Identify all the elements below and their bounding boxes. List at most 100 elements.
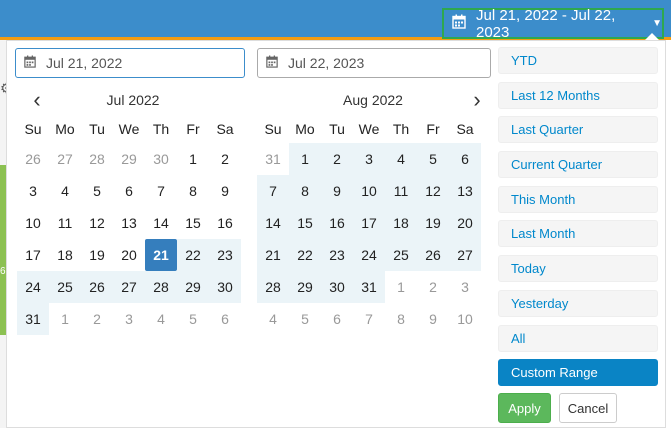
day-cell[interactable]: 5 [417, 143, 449, 175]
day-cell[interactable]: 6 [209, 303, 241, 335]
day-cell[interactable]: 23 [321, 239, 353, 271]
range-option-ytd[interactable]: YTD [498, 47, 658, 74]
day-cell[interactable]: 17 [17, 239, 49, 271]
day-cell[interactable]: 29 [177, 271, 209, 303]
day-cell[interactable]: 4 [49, 175, 81, 207]
day-cell[interactable]: 27 [49, 143, 81, 175]
day-cell[interactable]: 7 [257, 175, 289, 207]
day-cell[interactable]: 3 [449, 271, 481, 303]
day-cell[interactable]: 21 [257, 239, 289, 271]
day-cell[interactable]: 26 [17, 143, 49, 175]
day-cell[interactable]: 8 [289, 175, 321, 207]
day-cell[interactable]: 13 [113, 207, 145, 239]
day-cell[interactable]: 30 [145, 143, 177, 175]
range-option-all[interactable]: All [498, 324, 658, 352]
day-cell[interactable]: 3 [17, 175, 49, 207]
range-option-custom-range[interactable]: Custom Range [498, 359, 658, 387]
day-cell[interactable]: 1 [49, 303, 81, 335]
day-cell[interactable]: 6 [449, 143, 481, 175]
day-cell[interactable]: 2 [321, 143, 353, 175]
day-cell[interactable]: 19 [81, 239, 113, 271]
day-cell[interactable]: 2 [417, 271, 449, 303]
range-option-last-12-months[interactable]: Last 12 Months [498, 81, 658, 109]
day-cell[interactable]: 27 [113, 271, 145, 303]
day-cell[interactable]: 3 [353, 143, 385, 175]
day-cell[interactable]: 8 [385, 303, 417, 335]
day-cell[interactable]: 16 [321, 207, 353, 239]
day-cell[interactable]: 14 [257, 207, 289, 239]
day-cell[interactable]: 11 [49, 207, 81, 239]
day-cell[interactable]: 10 [353, 175, 385, 207]
day-cell[interactable]: 4 [145, 303, 177, 335]
day-cell[interactable]: 25 [385, 239, 417, 271]
day-cell[interactable]: 30 [321, 271, 353, 303]
day-cell[interactable]: 1 [289, 143, 321, 175]
day-cell[interactable]: 9 [417, 303, 449, 335]
day-cell[interactable]: 20 [449, 207, 481, 239]
day-cell[interactable]: 29 [289, 271, 321, 303]
day-cell[interactable]: 15 [177, 207, 209, 239]
range-option-last-quarter[interactable]: Last Quarter [498, 116, 658, 144]
day-cell[interactable]: 26 [417, 239, 449, 271]
day-cell[interactable]: 12 [417, 175, 449, 207]
day-cell[interactable]: 5 [289, 303, 321, 335]
day-cell[interactable]: 7 [353, 303, 385, 335]
start-date-input[interactable]: Jul 21, 2022 [15, 48, 245, 78]
day-cell[interactable]: 31 [17, 303, 49, 335]
day-cell[interactable]: 6 [113, 175, 145, 207]
selected-day-cell[interactable]: 21 [145, 239, 177, 271]
day-cell[interactable]: 3 [113, 303, 145, 335]
day-cell[interactable]: 23 [209, 239, 241, 271]
chevron-left-icon[interactable]: ‹ [25, 85, 49, 115]
day-cell[interactable]: 22 [289, 239, 321, 271]
day-cell[interactable]: 10 [17, 207, 49, 239]
day-cell[interactable]: 6 [321, 303, 353, 335]
day-cell[interactable]: 28 [145, 271, 177, 303]
day-cell[interactable]: 2 [209, 143, 241, 175]
day-cell[interactable]: 24 [17, 271, 49, 303]
day-cell[interactable]: 12 [81, 207, 113, 239]
day-cell[interactable]: 26 [81, 271, 113, 303]
end-date-input[interactable]: Jul 22, 2023 [257, 48, 491, 78]
day-cell[interactable]: 8 [177, 175, 209, 207]
day-cell[interactable]: 18 [49, 239, 81, 271]
day-cell[interactable]: 29 [113, 143, 145, 175]
day-cell[interactable]: 11 [385, 175, 417, 207]
day-cell[interactable]: 19 [417, 207, 449, 239]
day-cell[interactable]: 5 [81, 175, 113, 207]
day-cell[interactable]: 5 [177, 303, 209, 335]
day-cell[interactable]: 20 [113, 239, 145, 271]
day-cell[interactable]: 4 [257, 303, 289, 335]
range-option-current-quarter[interactable]: Current Quarter [498, 151, 658, 179]
day-cell[interactable]: 1 [385, 271, 417, 303]
day-cell[interactable]: 28 [257, 271, 289, 303]
day-cell[interactable]: 7 [145, 175, 177, 207]
day-cell[interactable]: 30 [209, 271, 241, 303]
day-cell[interactable]: 25 [49, 271, 81, 303]
day-cell[interactable]: 28 [81, 143, 113, 175]
day-cell[interactable]: 2 [81, 303, 113, 335]
apply-button[interactable]: Apply [498, 393, 551, 423]
range-option-last-month[interactable]: Last Month [498, 220, 658, 248]
day-cell[interactable]: 27 [449, 239, 481, 271]
cancel-button[interactable]: Cancel [559, 393, 617, 423]
day-cell[interactable]: 4 [385, 143, 417, 175]
day-cell[interactable]: 9 [321, 175, 353, 207]
day-cell[interactable]: 15 [289, 207, 321, 239]
range-option-this-month[interactable]: This Month [498, 185, 658, 213]
day-cell[interactable]: 31 [257, 143, 289, 175]
day-cell[interactable]: 24 [353, 239, 385, 271]
day-cell[interactable]: 9 [209, 175, 241, 207]
day-cell[interactable]: 17 [353, 207, 385, 239]
range-option-yesterday[interactable]: Yesterday [498, 289, 658, 317]
day-cell[interactable]: 1 [177, 143, 209, 175]
chevron-right-icon[interactable]: › [465, 85, 489, 115]
day-cell[interactable]: 10 [449, 303, 481, 335]
day-cell[interactable]: 18 [385, 207, 417, 239]
day-cell[interactable]: 13 [449, 175, 481, 207]
day-cell[interactable]: 31 [353, 271, 385, 303]
range-option-today[interactable]: Today [498, 255, 658, 283]
date-range-trigger[interactable]: Jul 21, 2022 - Jul 22, 2023 ▼ [442, 7, 664, 41]
day-cell[interactable]: 14 [145, 207, 177, 239]
day-cell[interactable]: 16 [209, 207, 241, 239]
